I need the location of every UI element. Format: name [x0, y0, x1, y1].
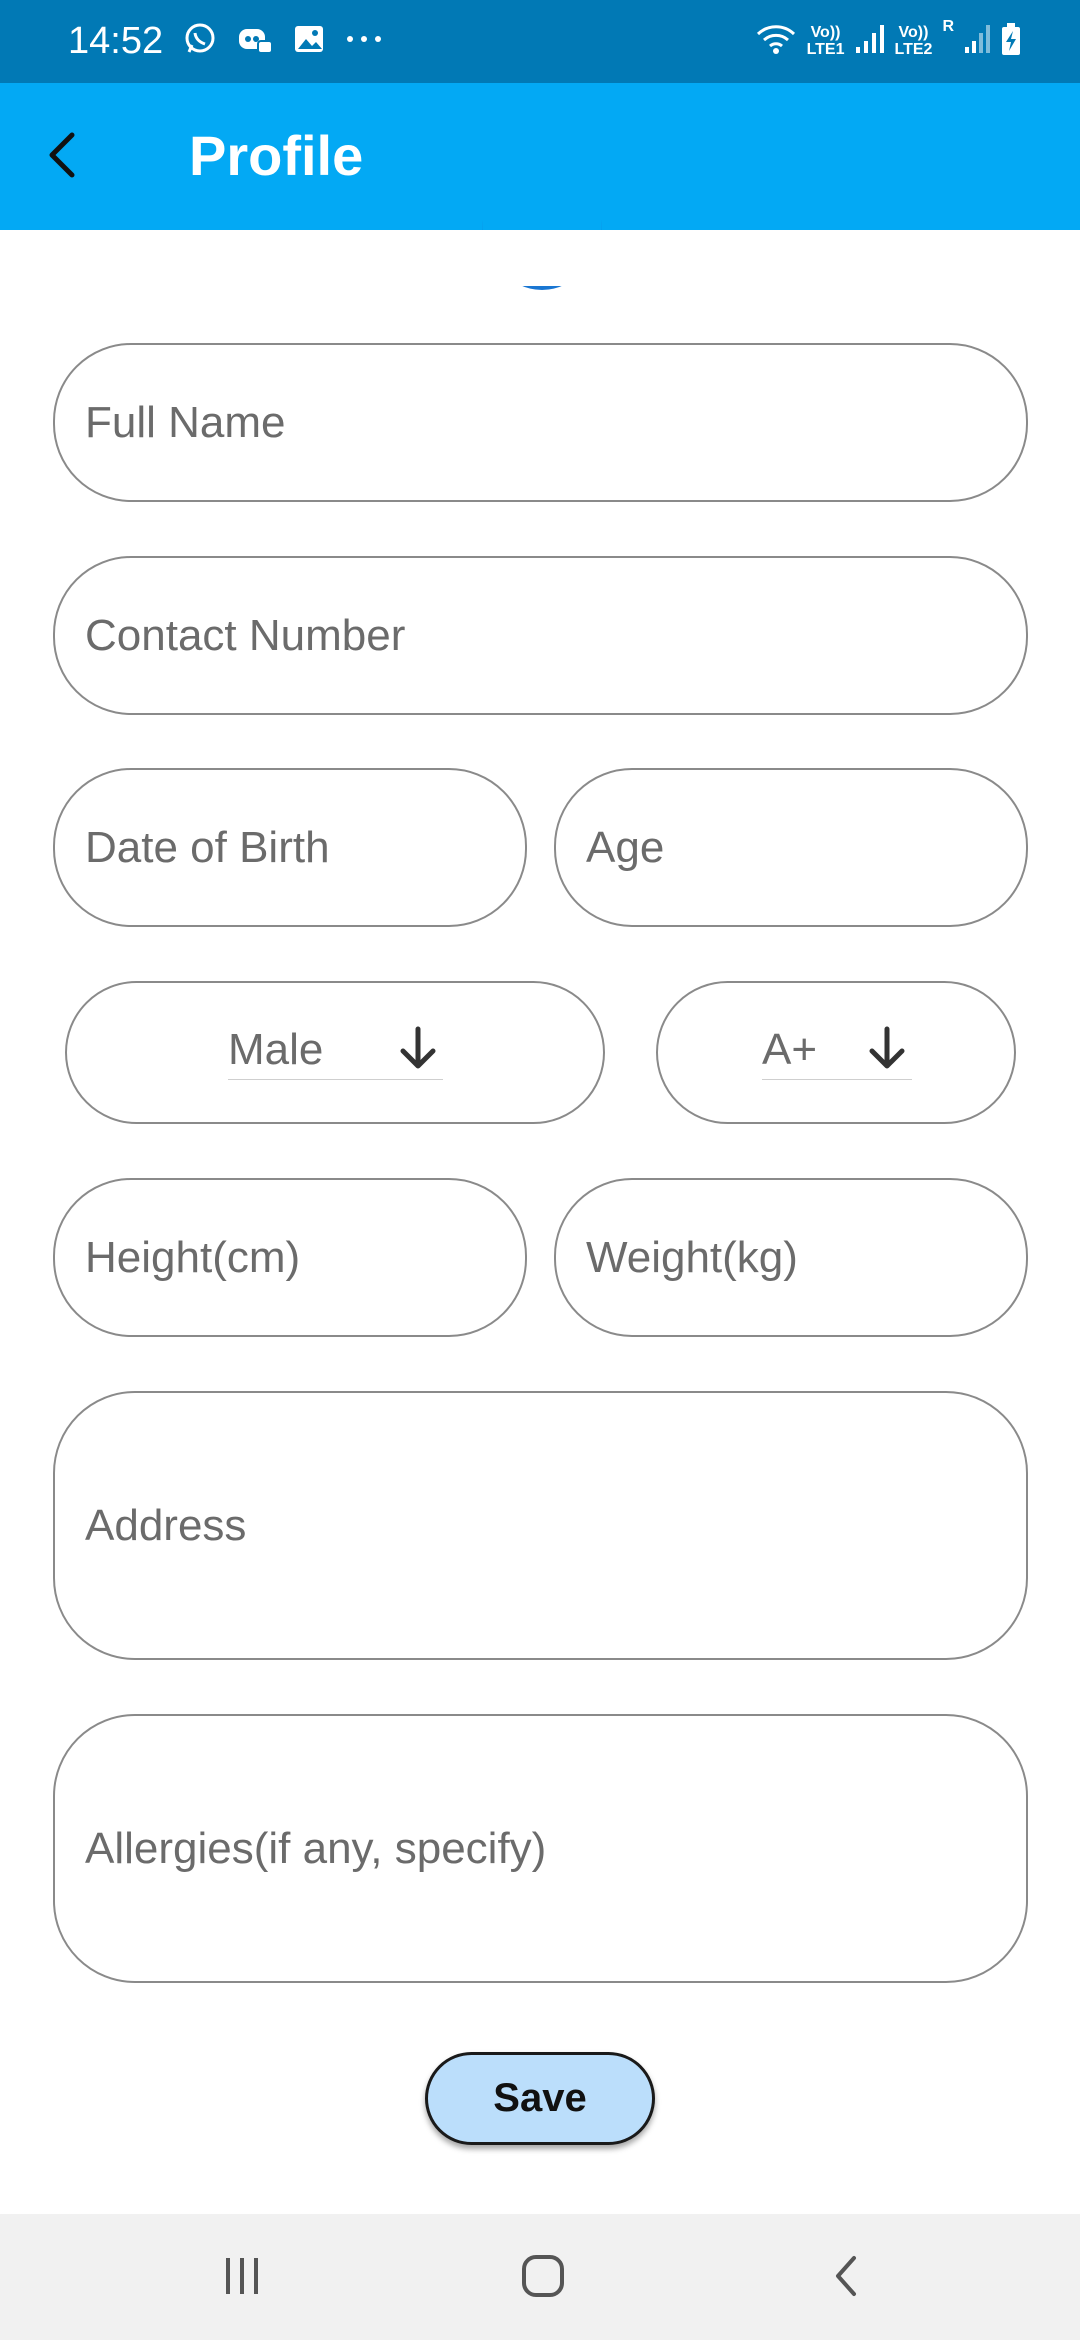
- height-placeholder: Height(cm): [85, 1232, 301, 1282]
- nav-back-button[interactable]: [806, 2250, 886, 2306]
- page-title: Profile: [189, 124, 364, 187]
- back-arrow-icon: [44, 129, 80, 186]
- age-field[interactable]: Age: [554, 768, 1028, 927]
- back-button[interactable]: [30, 119, 94, 195]
- allergies-placeholder: Allergies(if any, specify): [85, 1823, 547, 1873]
- blood-group-dropdown[interactable]: A+: [656, 981, 1016, 1124]
- status-time: 14:52: [68, 20, 164, 62]
- contact-number-field[interactable]: Contact Number: [53, 556, 1028, 715]
- back-icon: [828, 2252, 864, 2305]
- profile-avatar-edge: [482, 150, 602, 290]
- battery-charging-icon: [1000, 22, 1022, 61]
- blood-group-value: A+: [762, 1025, 818, 1074]
- weight-field[interactable]: Weight(kg): [554, 1178, 1028, 1337]
- height-field[interactable]: Height(cm): [53, 1178, 527, 1337]
- weight-placeholder: Weight(kg): [586, 1232, 798, 1282]
- gender-dropdown[interactable]: Male: [65, 981, 605, 1124]
- signal-sim2-icon: [964, 23, 990, 60]
- date-of-birth-field[interactable]: Date of Birth: [53, 768, 527, 927]
- more-dots-icon: [344, 29, 384, 54]
- recent-apps-icon: [220, 2254, 264, 2303]
- full-name-field[interactable]: Full Name: [53, 343, 1028, 502]
- address-field[interactable]: Address: [53, 1391, 1028, 1660]
- notification-icons: [182, 20, 384, 62]
- home-icon: [519, 2252, 567, 2305]
- date-of-birth-placeholder: Date of Birth: [85, 822, 330, 872]
- system-status-icons: Vo)) LTE1 Vo)) LTE2 R: [755, 18, 1022, 64]
- address-placeholder: Address: [85, 1500, 247, 1550]
- sim2-label: Vo)) LTE2: [894, 24, 933, 58]
- age-placeholder: Age: [586, 822, 665, 872]
- save-button[interactable]: Save: [425, 2052, 655, 2145]
- allergies-field[interactable]: Allergies(if any, specify): [53, 1714, 1028, 1983]
- wifi-icon: [755, 22, 797, 61]
- home-button[interactable]: [503, 2250, 583, 2306]
- system-nav-bar: [0, 2214, 1080, 2340]
- gender-value: Male: [228, 1025, 324, 1074]
- status-bar: 14:52 Vo)) LTE1 Vo)) LTE2 R: [0, 0, 1080, 83]
- whatsapp-icon: [182, 21, 218, 62]
- discord-icon: [236, 21, 274, 62]
- full-name-placeholder: Full Name: [85, 397, 286, 447]
- arrow-down-icon: [393, 1023, 443, 1078]
- gallery-icon: [292, 22, 326, 61]
- gender-select[interactable]: Male: [228, 1021, 443, 1080]
- contact-number-placeholder: Contact Number: [85, 610, 406, 660]
- sim1-label: Vo)) LTE1: [806, 24, 845, 58]
- arrow-down-icon: [862, 1023, 912, 1078]
- roaming-indicator: R: [942, 18, 954, 35]
- blood-group-select[interactable]: A+: [762, 1021, 912, 1080]
- recent-apps-button[interactable]: [202, 2250, 282, 2306]
- signal-sim1-icon: [855, 23, 885, 60]
